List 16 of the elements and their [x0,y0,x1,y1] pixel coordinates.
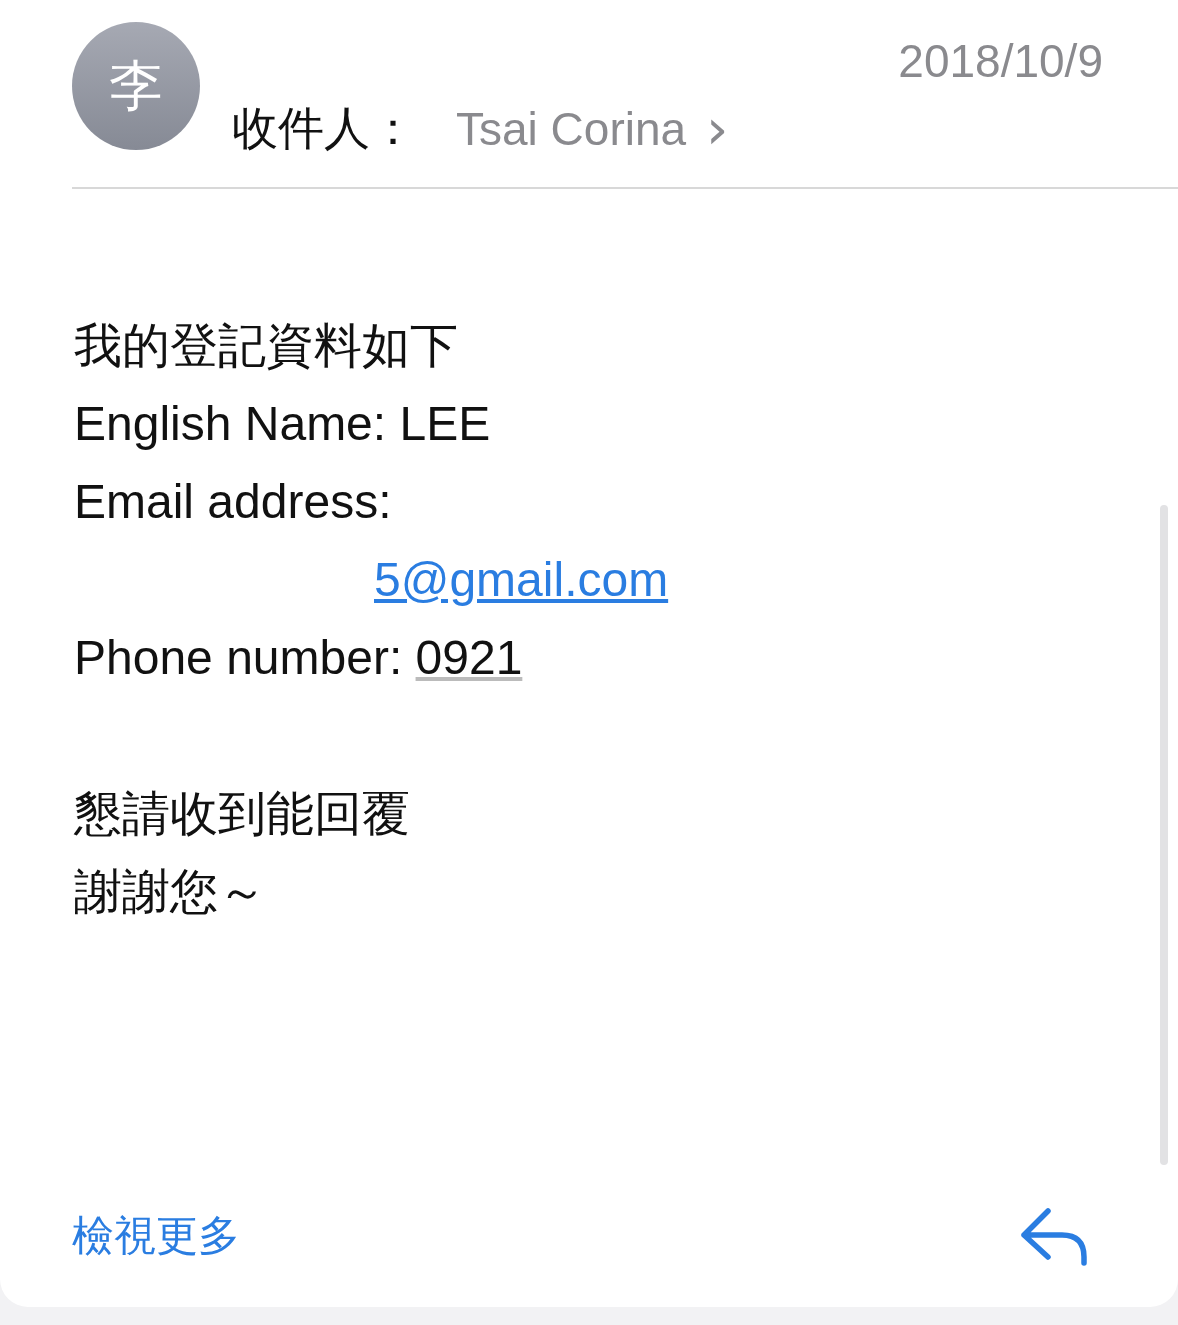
phone-label: Phone number: [74,631,404,684]
body-line: 懇請收到能回覆 [74,786,411,842]
avatar[interactable]: 李 [72,22,200,150]
body-line: English Name: LEE [74,396,492,452]
date: 2018/10/9 [898,34,1103,88]
body-line: 謝謝您～ [74,864,267,920]
view-more-link[interactable]: 檢視更多 [72,1208,240,1264]
to-label: 收件人： [232,100,416,157]
reply-icon[interactable] [1018,1205,1090,1267]
body-line: 我的登記資料如下 [74,318,459,374]
email-link[interactable]: 5@gmail.com [374,553,669,606]
scrollbar[interactable] [1160,505,1168,1165]
recipient-link[interactable]: Tsai Corina [456,102,687,156]
chevron-icon[interactable]: › [706,101,729,157]
body-line: Email address: [74,474,393,530]
phone-link[interactable]: 0921 [415,631,523,684]
